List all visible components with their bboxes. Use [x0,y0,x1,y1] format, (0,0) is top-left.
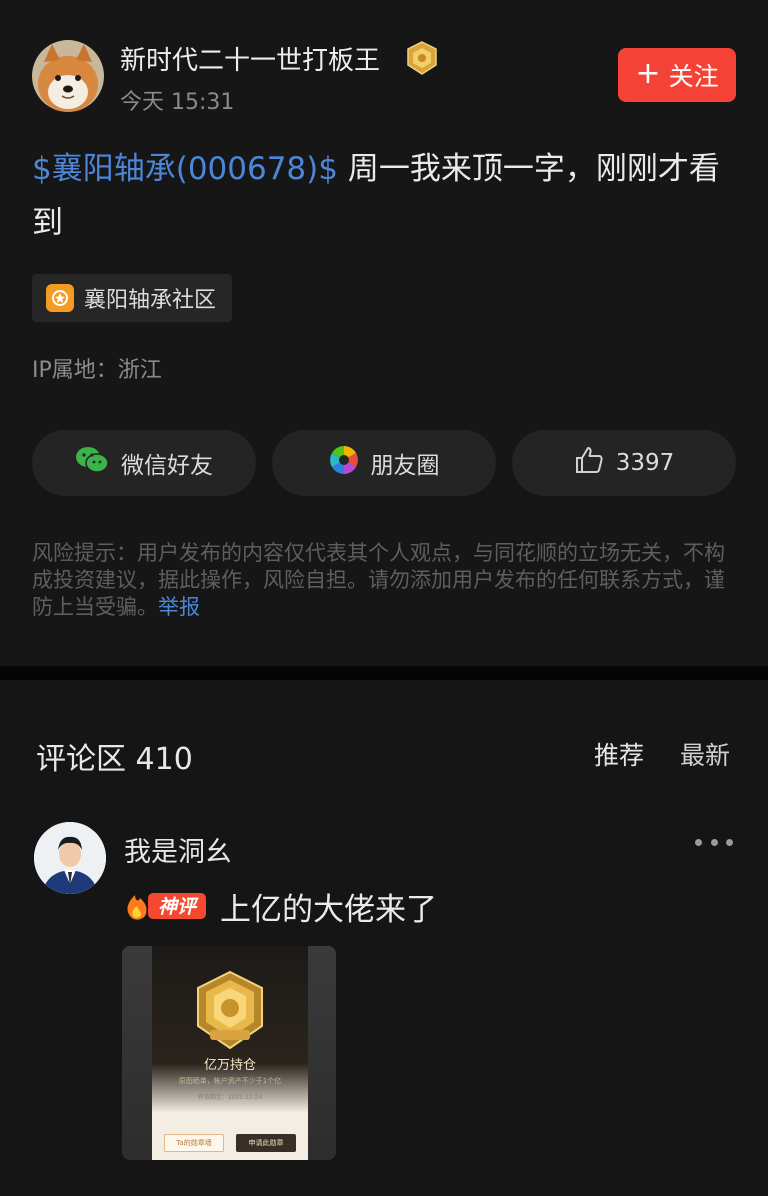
commenter-name[interactable]: 我是洞幺 [124,830,232,869]
stock-tag-link[interactable]: $襄阳轴承(000678)$ [32,151,338,187]
sort-recommended-tab[interactable]: 推荐 [594,736,644,772]
share-moments-button[interactable]: 朋友圈 [272,430,496,496]
sort-latest-tab[interactable]: 最新 [680,736,730,772]
risk-notice-text: 风险提示：用户发布的内容仅代表其个人观点，与同花顺的立场无关，不构成投资建议，据… [32,541,725,619]
section-divider [0,666,768,680]
comment-footer-cutoff [124,1184,724,1196]
author-avatar[interactable] [32,40,104,112]
medal-wall-button: Ta的勋章墙 [164,1134,224,1152]
share-wechat-button[interactable]: 微信好友 [32,430,256,496]
thumbs-up-icon [574,445,604,481]
share-wechat-label: 微信好友 [121,453,213,479]
medal-title: 亿万持仓 [203,1058,256,1073]
post-card: 新时代二十一世打板王 今天 15:31 + 关注 $襄阳轴承(000678)$ … [0,0,768,666]
commenter-avatar[interactable] [34,822,106,894]
follow-button[interactable]: + 关注 [618,48,736,102]
like-button[interactable]: 3397 [512,430,736,496]
ip-location: IP属地：浙江 [32,358,162,383]
comment-text: 上亿的大佬来了 [220,892,437,928]
like-count: 3397 [615,450,675,476]
more-options-icon[interactable] [692,830,736,854]
medal-icon [197,970,263,1050]
moments-icon [329,445,359,481]
comment-section: 评论区 410 推荐 最新 我是洞幺 神评 上亿的大佬来了 亿万持仓 原图晒单，… [0,680,768,1196]
share-moments-label: 朋友圈 [370,453,440,479]
post-content: $襄阳轴承(000678)$ 周一我来顶一字，刚刚才看到 [32,142,736,250]
community-tag[interactable]: 襄阳轴承社区 [32,274,233,322]
plus-icon: + [635,55,661,91]
apply-medal-button: 申请此勋章 [236,1134,296,1152]
medal-subtitle: 原图晒单，帐户资产不少于1个亿 [178,1077,282,1085]
top-comment-badge-label: 神评 [158,896,199,918]
comment-section-title: 评论区 410 [36,742,193,777]
medal-card: 亿万持仓 原图晒单，帐户资产不少于1个亿 有效期至：2025.12.24 Ta的… [152,946,308,1160]
author-name[interactable]: 新时代二十一世打板王 [120,40,380,77]
risk-notice: 风险提示：用户发布的内容仅代表其个人观点，与同花顺的立场无关，不构成投资建议，据… [32,540,738,621]
follow-label: 关注 [668,62,719,91]
report-link[interactable]: 举报 [158,595,200,619]
top-comment-badge: 神评 [122,886,210,924]
wechat-icon [75,446,109,480]
crown-badge-icon [404,40,440,76]
community-icon [46,284,74,312]
medal-date: 有效期至：2025.12.24 [197,1094,263,1101]
comment-image[interactable]: 亿万持仓 原图晒单，帐户资产不少于1个亿 有效期至：2025.12.24 Ta的… [122,946,336,1160]
community-label: 襄阳轴承社区 [84,288,217,313]
post-time: 今天 15:31 [120,90,235,115]
